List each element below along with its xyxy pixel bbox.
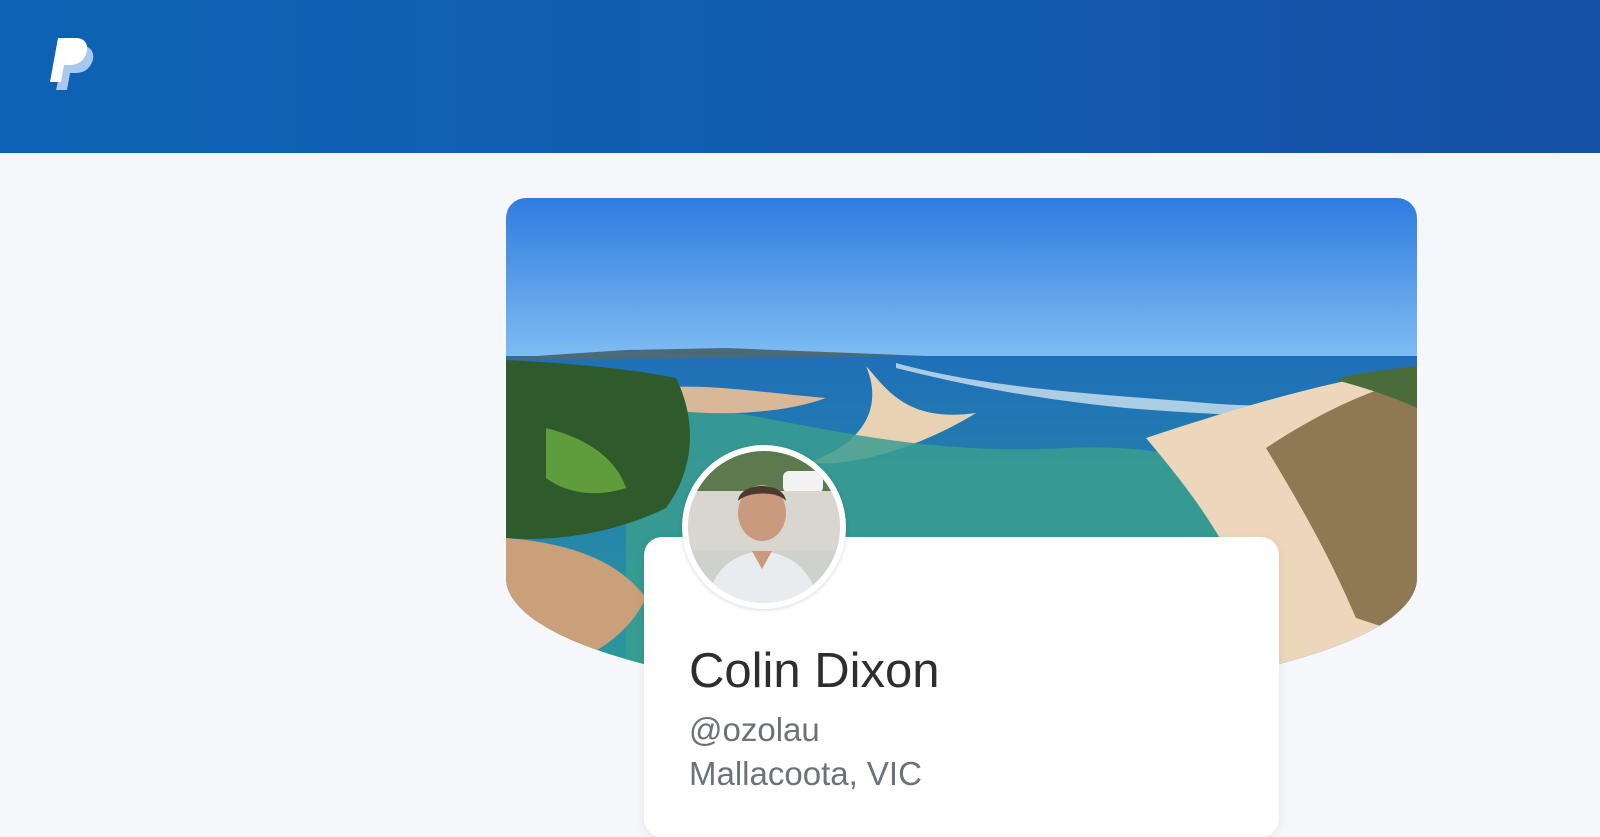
top-header bbox=[0, 0, 1600, 153]
profile-page: Colin Dixon @ozolau Mallacoota, VIC bbox=[0, 153, 1600, 837]
profile-name: Colin Dixon bbox=[689, 644, 940, 698]
profile-handle: @ozolau bbox=[689, 711, 820, 748]
profile-location: Mallacoota, VIC bbox=[689, 755, 922, 792]
paypal-logo-icon[interactable] bbox=[50, 36, 98, 92]
avatar[interactable] bbox=[682, 445, 846, 609]
